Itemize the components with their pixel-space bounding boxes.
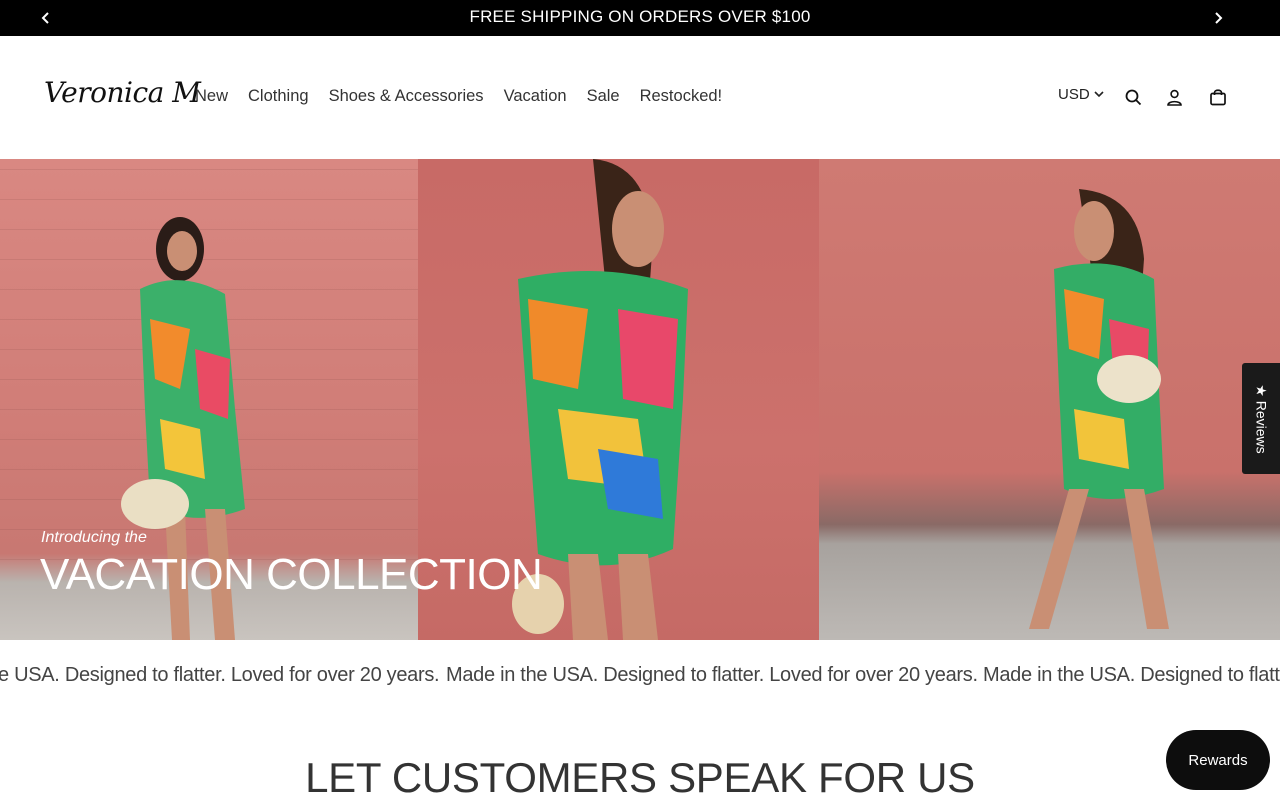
reviews-tab-label: ★ Reviews xyxy=(1253,383,1270,454)
currency-label: USD xyxy=(1058,86,1090,103)
search-icon xyxy=(1125,89,1141,105)
hero-subtitle: Introducing the xyxy=(41,529,147,546)
hero-banner[interactable]: Introducing the VACATION COLLECTION xyxy=(0,159,1280,640)
nav-item-restocked[interactable]: Restocked! xyxy=(640,87,723,106)
announcement-bar: FREE SHIPPING ON ORDERS OVER $100 xyxy=(0,0,1280,36)
site-header: Veronica M New Clothing Shoes & Accessor… xyxy=(0,36,1280,159)
nav-item-clothing[interactable]: Clothing xyxy=(248,87,309,106)
account-button[interactable] xyxy=(1163,86,1185,108)
nav-item-sale[interactable]: Sale xyxy=(587,87,620,106)
model-figure xyxy=(1029,189,1169,629)
chevron-right-icon xyxy=(1215,12,1223,24)
announcement-text: FREE SHIPPING ON ORDERS OVER $100 xyxy=(469,7,811,26)
header-tools: USD xyxy=(1058,86,1226,106)
marquee-banner: e USA. Designed to flatter. Loved for ov… xyxy=(0,640,1280,712)
announcement-next-button[interactable] xyxy=(1208,8,1228,28)
brand-logo[interactable]: Veronica M xyxy=(44,76,201,109)
marquee-item: Made in the USA. Designed to flatter. Lo… xyxy=(446,664,978,686)
nav-item-new[interactable]: New xyxy=(195,87,228,106)
section-title: LET CUSTOMERS SPEAK FOR US xyxy=(305,754,975,800)
chevron-down-icon xyxy=(1094,91,1104,98)
hero-image-right xyxy=(819,159,1280,640)
shopping-bag-icon xyxy=(1210,89,1226,106)
search-button[interactable] xyxy=(1122,86,1144,108)
currency-selector[interactable]: USD xyxy=(1058,86,1104,103)
user-icon xyxy=(1166,89,1182,106)
main-nav: New Clothing Shoes & Accessories Vacatio… xyxy=(195,87,742,106)
nav-item-shoes-accessories[interactable]: Shoes & Accessories xyxy=(329,87,484,106)
reviews-tab-button[interactable]: ★ Reviews xyxy=(1242,363,1280,474)
rewards-button[interactable]: Rewards xyxy=(1166,730,1270,790)
marquee-item: Made in the USA. Designed to flatte xyxy=(983,664,1280,686)
hero-title: VACATION COLLECTION xyxy=(40,550,543,599)
cart-button[interactable] xyxy=(1207,86,1229,108)
nav-item-vacation[interactable]: Vacation xyxy=(504,87,567,106)
marquee-item: e USA. Designed to flatter. Loved for ov… xyxy=(0,664,440,686)
